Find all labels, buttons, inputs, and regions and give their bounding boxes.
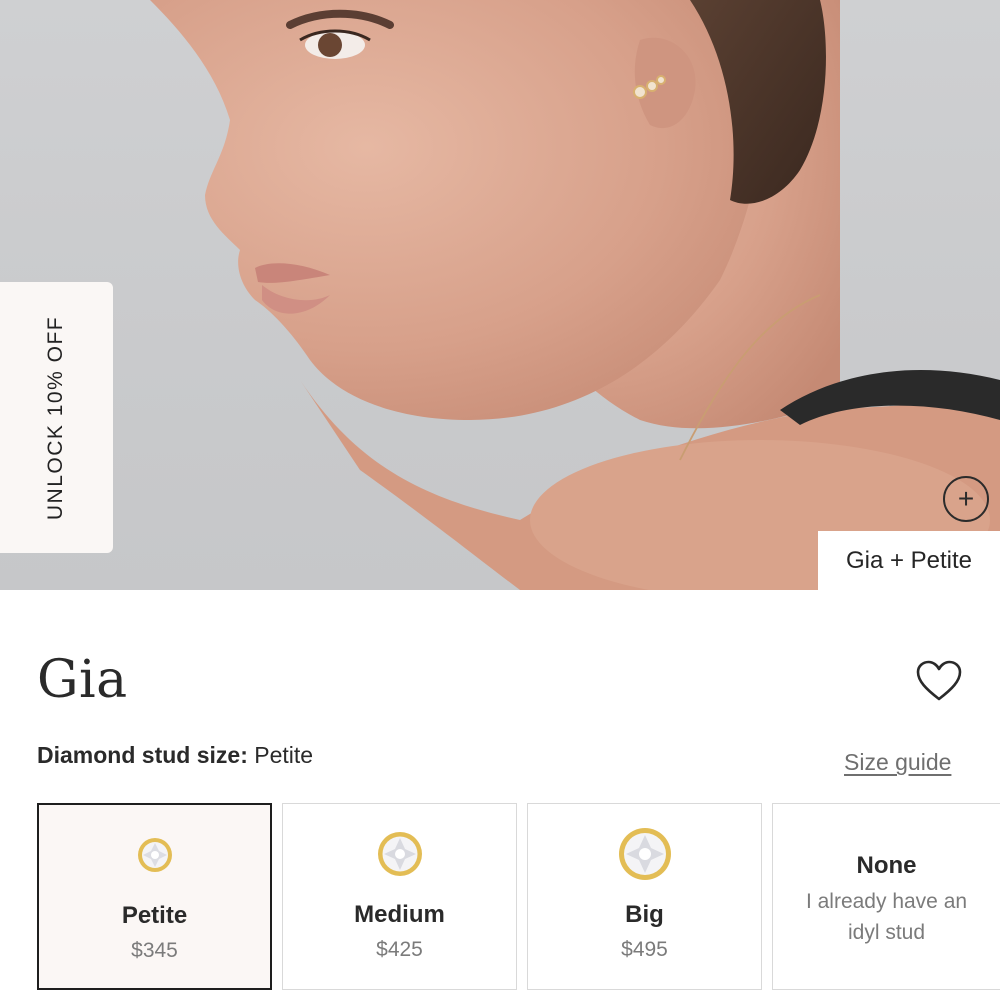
medium-stud-icon [377, 832, 422, 876]
option-name: Big [625, 901, 664, 928]
size-option-medium[interactable]: Medium $425 [282, 803, 517, 990]
size-selection-summary: Diamond stud size: Petite [37, 742, 313, 769]
plus-icon: + [957, 483, 975, 514]
option-price: $345 [131, 939, 178, 962]
hotspot-plus-button[interactable]: + [943, 476, 989, 522]
heart-icon[interactable] [916, 660, 962, 702]
hotspot-label[interactable]: Gia + Petite [818, 531, 1000, 590]
model-photo [150, 0, 1000, 590]
petite-stud-icon [137, 838, 172, 872]
big-stud-icon [618, 828, 671, 880]
size-option-none[interactable]: None I already have an idyl stud [772, 803, 1000, 990]
product-title: Gia [37, 650, 128, 710]
option-name: Petite [121, 902, 188, 929]
size-option-petite[interactable]: Petite $345 [37, 803, 272, 990]
size-options: Petite $345 Medium $425 Big $495 None I … [37, 803, 1000, 990]
size-guide-link[interactable]: Size guide [844, 749, 951, 776]
size-label: Diamond stud size: [37, 742, 248, 768]
unlock-discount-label: UNLOCK 10% OFF [44, 315, 68, 520]
option-price: $425 [376, 938, 423, 961]
option-name: Medium [354, 901, 445, 928]
hero-image [0, 0, 1000, 590]
option-price: $495 [621, 938, 668, 961]
size-option-big[interactable]: Big $495 [527, 803, 762, 990]
unlock-discount-tab[interactable]: UNLOCK 10% OFF [0, 282, 113, 553]
option-description: I already have an idyl stud [805, 890, 968, 944]
selected-size-value: Petite [254, 742, 314, 768]
option-name: None [856, 852, 917, 879]
